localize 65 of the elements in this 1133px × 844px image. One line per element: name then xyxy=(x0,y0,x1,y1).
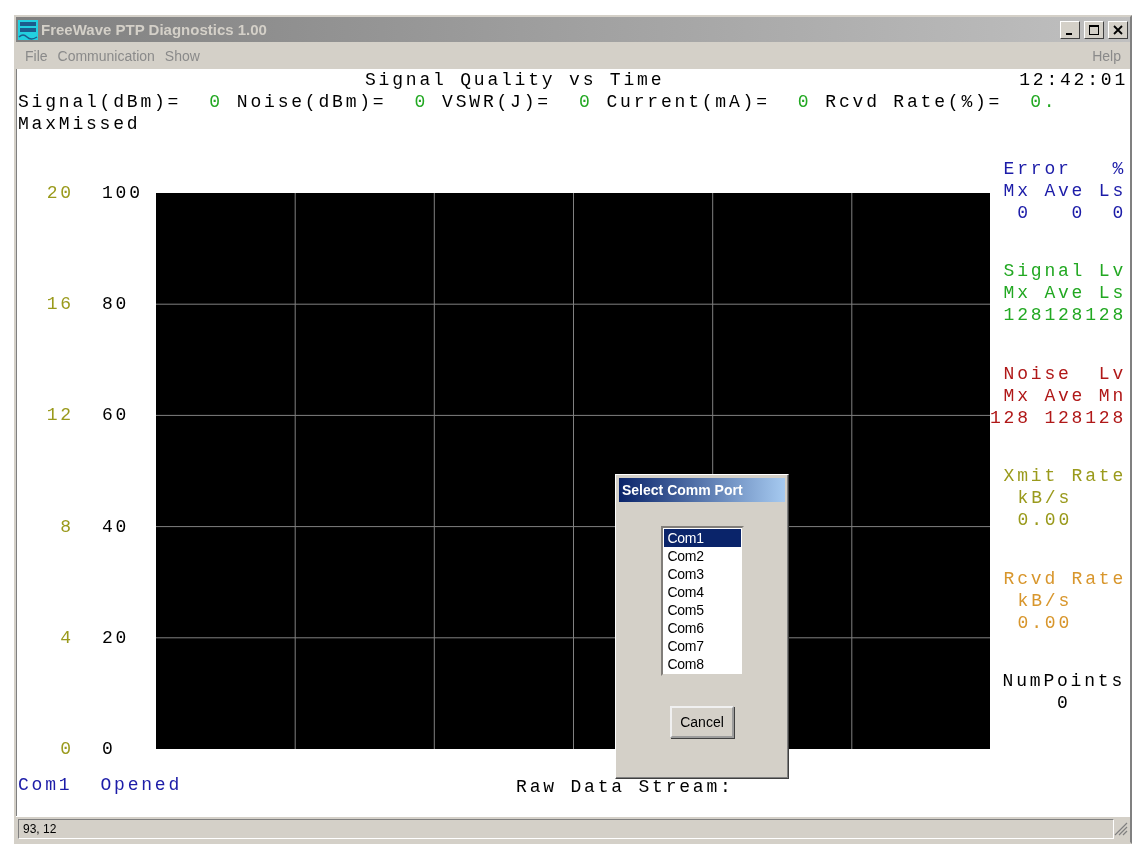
maximize-button[interactable] xyxy=(1084,20,1104,39)
port-state: Opened xyxy=(100,774,183,797)
stat-text: Signal Lv xyxy=(1003,260,1126,283)
port-item[interactable]: Com7 xyxy=(663,637,741,655)
minimize-icon xyxy=(1066,32,1072,35)
reading-value: 0 xyxy=(209,91,223,113)
stat-text: NumPoints xyxy=(1002,669,1125,692)
reading-label: Signal(dBm)= xyxy=(18,91,182,113)
reading-value: 0. xyxy=(1030,91,1058,113)
cancel-button[interactable]: Cancel xyxy=(670,706,734,738)
stat-text: Mx Ave Mn xyxy=(1003,384,1126,407)
reading-value: 0 xyxy=(797,91,812,113)
axis-label: 16 xyxy=(45,293,74,316)
port-item[interactable]: Com8 xyxy=(663,655,741,673)
stat-text: Noise Lv xyxy=(1003,362,1126,385)
stat-text: 0.00 xyxy=(1017,611,1072,634)
stat-text: Xmit Rate xyxy=(1003,465,1126,488)
axis-label: 40 xyxy=(101,515,131,538)
stat-text: Mx Ave Ls xyxy=(1003,180,1126,202)
axis-label: 60 xyxy=(101,404,131,427)
port-item[interactable]: Com2 xyxy=(663,547,741,565)
raw-data-label: Raw Data Stream: xyxy=(516,776,734,798)
axis-label: 12 xyxy=(45,404,74,427)
stat-text: 0 xyxy=(1057,691,1071,714)
stat-text: 128 128128 xyxy=(990,406,1126,429)
axis-label: 20 xyxy=(45,182,74,204)
stat-text: Rcvd Rate xyxy=(1003,567,1126,590)
clock-time: 12:42:01 xyxy=(1019,69,1128,91)
max-missed-label: MaxMissed xyxy=(18,113,141,135)
close-button[interactable] xyxy=(1108,20,1128,39)
port-item[interactable]: Com4 xyxy=(663,583,741,601)
stat-text: 0 0 0 xyxy=(1017,202,1126,224)
port-item[interactable]: Com3 xyxy=(663,565,741,583)
stat-text: Error % xyxy=(1003,158,1126,180)
maximize-icon xyxy=(1089,24,1099,35)
axis-label: 80 xyxy=(101,293,131,316)
minimize-button[interactable] xyxy=(1060,20,1080,39)
reading-label: Noise(dBm)= xyxy=(236,91,387,113)
reading-value: 0 xyxy=(414,91,429,113)
stat-text: 0.00 xyxy=(1017,509,1072,532)
stat-text: kB/s xyxy=(1017,487,1072,510)
dialog-title: Select Comm Port xyxy=(619,478,785,502)
stat-text: 128128128 xyxy=(1003,304,1126,327)
reading-label: VSWR(J)= xyxy=(442,91,551,113)
resize-grip-icon[interactable] xyxy=(1114,821,1128,836)
window-title: FreeWave PTP Diagnostics 1.00 xyxy=(41,21,268,38)
chart-title: Signal Quality vs Time xyxy=(365,69,665,91)
app-icon xyxy=(18,19,38,40)
stat-text: Mx Ave Ls xyxy=(1003,282,1126,305)
axis-label: 0 xyxy=(101,737,117,760)
axis-label: 100 xyxy=(101,182,144,204)
reading-label: Current(mA)= xyxy=(606,91,770,113)
stat-text: kB/s xyxy=(1017,589,1072,612)
status-text: 93, 12 xyxy=(18,818,1114,839)
port-item[interactable]: Com6 xyxy=(663,619,741,637)
port-item[interactable]: Com1 xyxy=(663,529,741,547)
reading-value: 0 xyxy=(578,91,593,113)
port-name: Com1 xyxy=(18,774,73,797)
axis-label: 8 xyxy=(59,515,74,538)
reading-label: Rcvd Rate(%)= xyxy=(825,91,1003,113)
axis-label: 20 xyxy=(101,626,131,649)
port-item[interactable]: Com5 xyxy=(663,601,741,619)
close-icon xyxy=(1113,24,1123,35)
axis-label: 0 xyxy=(59,737,74,760)
axis-label: 4 xyxy=(59,626,74,649)
